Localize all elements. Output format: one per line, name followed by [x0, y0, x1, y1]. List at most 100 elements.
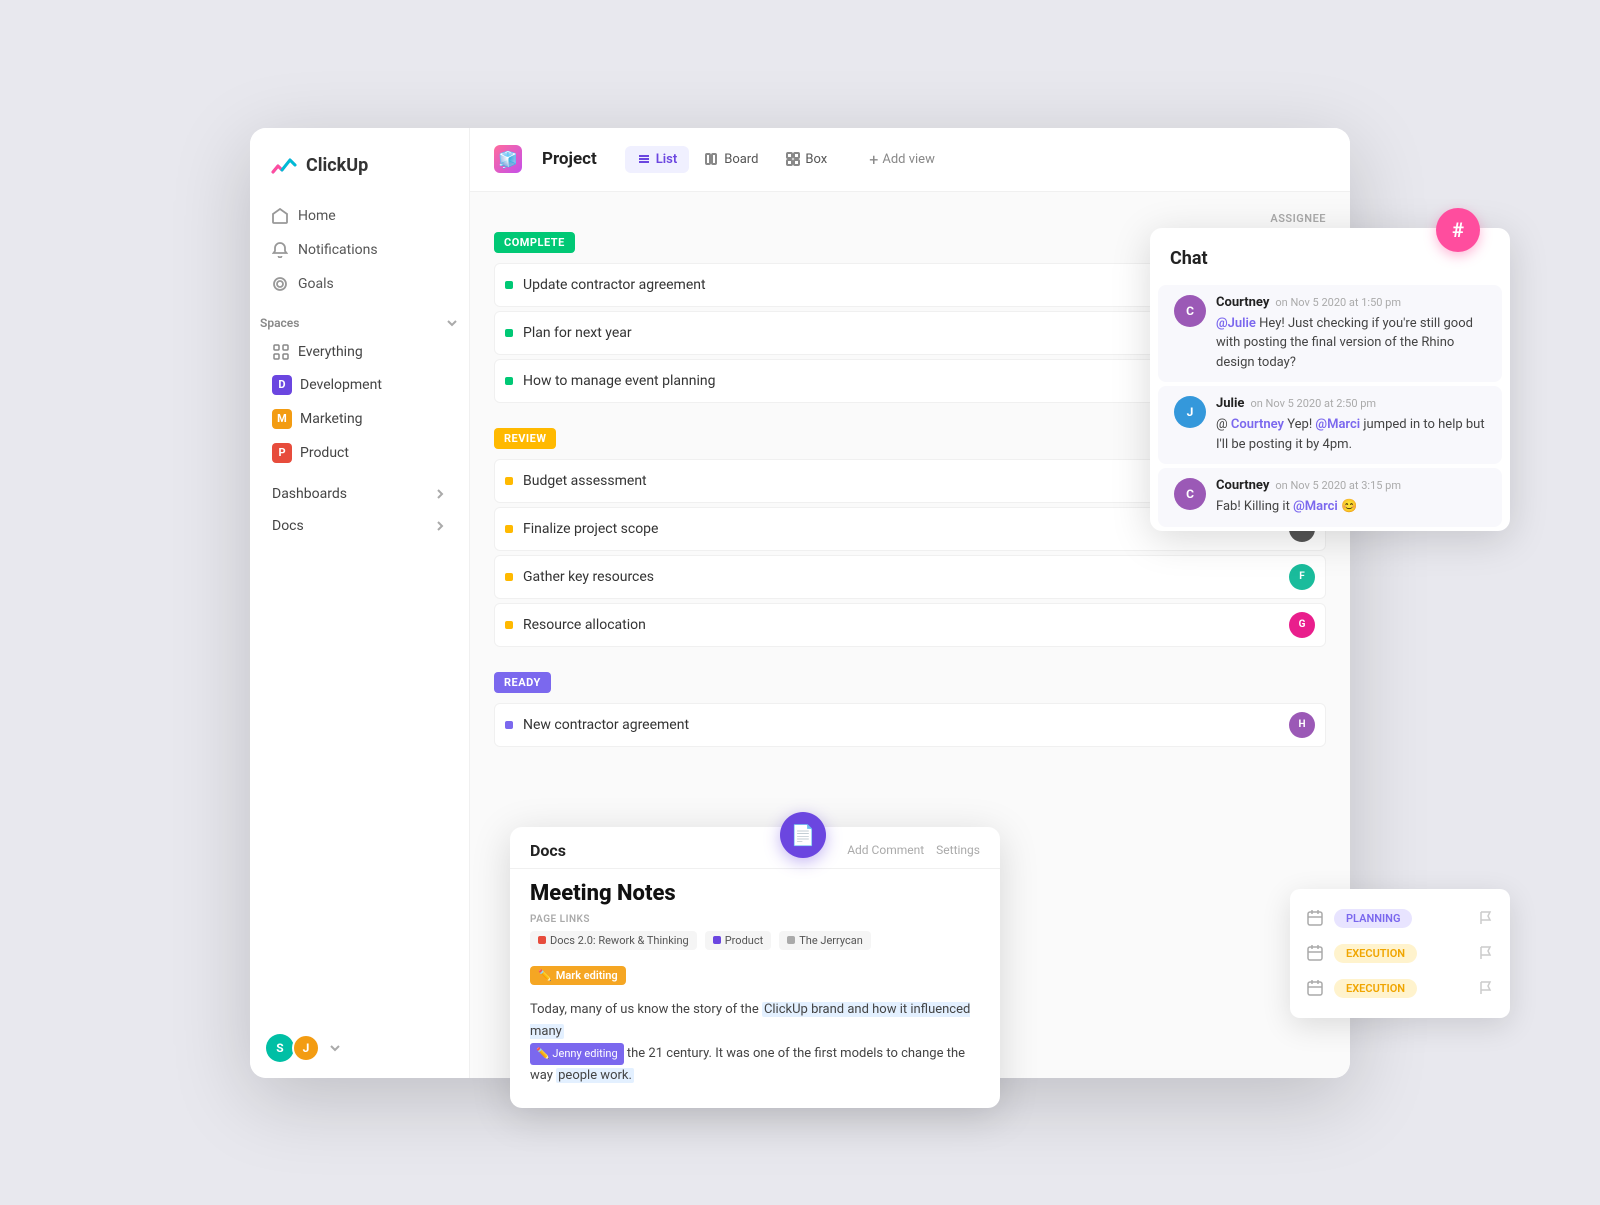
- development-avatar: D: [272, 375, 292, 395]
- chevron-right-icon2: [433, 519, 447, 533]
- task-group-ready: READY New contractor agreement H: [494, 671, 1326, 747]
- badge-complete: COMPLETE: [494, 232, 575, 253]
- settings-btn[interactable]: Settings: [936, 843, 980, 857]
- sidebar-item-docs[interactable]: Docs: [262, 510, 457, 542]
- space-development[interactable]: D Development: [262, 368, 457, 402]
- calendar-icon-2: [1306, 944, 1324, 962]
- chip-dot-2: [713, 936, 721, 944]
- add-view-button[interactable]: + Add view: [859, 144, 945, 175]
- add-comment-btn[interactable]: Add Comment: [847, 843, 924, 857]
- sidebar-nav: Home Notifications Goals: [250, 200, 469, 302]
- product-avatar: P: [272, 443, 292, 463]
- calendar-icon-3: [1306, 979, 1324, 997]
- task-dot: [505, 721, 513, 729]
- assignee-header: ASSIGNEE: [494, 212, 1326, 225]
- chat-mention-courtney: Courtney: [1231, 417, 1284, 432]
- sidebar-item-notifications[interactable]: Notifications: [262, 234, 457, 266]
- grid-icon: [272, 343, 290, 361]
- task-assignee-avatar: G: [1289, 612, 1315, 638]
- tab-list[interactable]: List: [625, 146, 689, 173]
- logo[interactable]: ClickUp: [250, 128, 469, 200]
- chat-text-body-2: Yep!: [1287, 417, 1315, 432]
- flag-icon-2: [1478, 945, 1494, 961]
- chat-meta-2: Julie on Nov 5 2020 at 2:50 pm: [1216, 396, 1486, 411]
- task-dot: [505, 377, 513, 385]
- chat-emoji: 😊: [1341, 499, 1357, 514]
- chat-avatar-courtney1: C: [1174, 295, 1206, 327]
- box-icon: [786, 152, 800, 166]
- spaces-section: Spaces: [250, 302, 469, 336]
- task-name: Resource allocation: [523, 617, 1289, 633]
- notifications-label: Notifications: [298, 242, 378, 258]
- task-dot: [505, 573, 513, 581]
- tab-board[interactable]: Board: [693, 146, 770, 173]
- chat-author-3: Courtney: [1216, 478, 1269, 493]
- chat-panel: # Chat C Courtney on Nov 5 2020 at 1:50 …: [1150, 228, 1510, 531]
- chat-avatar-courtney2: C: [1174, 478, 1206, 510]
- page-link-3[interactable]: The Jerrycan: [779, 931, 871, 950]
- development-label: Development: [300, 377, 382, 393]
- bell-icon: [272, 242, 288, 258]
- space-product[interactable]: P Product: [262, 436, 457, 470]
- user-profile[interactable]: S J: [250, 1018, 469, 1078]
- chevron-down-icon: [445, 316, 459, 330]
- chevron-right-icon: [433, 487, 447, 501]
- page-links-label: PAGE LINKS: [530, 914, 980, 925]
- product-label: Product: [300, 445, 349, 461]
- task-row[interactable]: New contractor agreement H: [494, 703, 1326, 747]
- tag-execution-2[interactable]: EXECUTION: [1334, 979, 1417, 998]
- logo-text: ClickUp: [306, 155, 368, 176]
- task-assignee-avatar: F: [1289, 564, 1315, 590]
- docs-text: Today, many of us know the story of the …: [530, 999, 980, 1088]
- sidebar-item-home[interactable]: Home: [262, 200, 457, 232]
- app-shell: ClickUp Home Notifications Goals Spaces: [250, 128, 1350, 1078]
- chip-dot-3: [787, 936, 795, 944]
- docs-panel-header: Docs Add Comment Settings: [510, 827, 1000, 869]
- chat-time-2: on Nov 5 2020 at 2:50 pm: [1250, 397, 1376, 410]
- chat-time-1: on Nov 5 2020 at 1:50 pm: [1275, 296, 1401, 309]
- mark-editing-badge: ✏️ Mark editing: [530, 966, 626, 985]
- tab-box[interactable]: Box: [774, 146, 839, 173]
- page-link-2[interactable]: Product: [705, 931, 771, 950]
- task-dot: [505, 621, 513, 629]
- goals-label: Goals: [298, 276, 334, 292]
- tag-execution-1[interactable]: EXECUTION: [1334, 944, 1417, 963]
- sidebar: ClickUp Home Notifications Goals Spaces: [250, 128, 470, 1078]
- task-row[interactable]: Resource allocation G: [494, 603, 1326, 647]
- page-link-label-3: The Jerrycan: [799, 934, 863, 947]
- chat-text-2: @ Courtney Yep! @Marci jumped in to help…: [1216, 415, 1486, 454]
- chat-mention-marci2: @Marci: [1293, 499, 1338, 514]
- tag-row-1: PLANNING: [1290, 901, 1510, 936]
- spaces-list: Everything D Development M Marketing P P…: [250, 336, 469, 470]
- sidebar-item-goals[interactable]: Goals: [262, 268, 457, 300]
- highlight-text: ClickUp brand and how it influenced many: [530, 1002, 970, 1039]
- user-avatar-s: S: [266, 1034, 294, 1062]
- doc-float-button[interactable]: 📄: [780, 812, 826, 858]
- chat-mention-marci: @Marci: [1315, 417, 1360, 432]
- badge-ready: READY: [494, 672, 551, 693]
- space-everything[interactable]: Everything: [262, 336, 457, 368]
- flag-icon-3: [1478, 980, 1494, 996]
- chat-author-1: Courtney: [1216, 295, 1269, 310]
- task-row[interactable]: Gather key resources F: [494, 555, 1326, 599]
- task-dot: [505, 329, 513, 337]
- page-link-1[interactable]: Docs 2.0: Rework & Thinking: [530, 931, 697, 950]
- project-icon: 🧊: [494, 145, 522, 173]
- tab-box-label: Box: [805, 152, 827, 167]
- docs-body: Meeting Notes PAGE LINKS Docs 2.0: Rewor…: [510, 869, 1000, 1108]
- task-dot: [505, 525, 513, 533]
- docs-panel: Docs Add Comment Settings Meeting Notes …: [510, 827, 1000, 1108]
- chat-time-3: on Nov 5 2020 at 3:15 pm: [1275, 479, 1401, 492]
- sidebar-item-dashboards[interactable]: Dashboards: [262, 478, 457, 510]
- home-label: Home: [298, 208, 336, 224]
- mark-editing-text: Mark editing: [556, 969, 618, 982]
- space-marketing[interactable]: M Marketing: [262, 402, 457, 436]
- chat-message-2: J Julie on Nov 5 2020 at 2:50 pm @ Court…: [1158, 386, 1502, 464]
- user-avatar-2: J: [292, 1034, 320, 1062]
- chat-at: @: [1216, 417, 1231, 432]
- spaces-label: Spaces: [260, 316, 299, 330]
- task-dot: [505, 477, 513, 485]
- task-name: New contractor agreement: [523, 717, 1289, 733]
- chat-content-2: Julie on Nov 5 2020 at 2:50 pm @ Courtne…: [1216, 396, 1486, 454]
- tag-planning[interactable]: PLANNING: [1334, 909, 1412, 928]
